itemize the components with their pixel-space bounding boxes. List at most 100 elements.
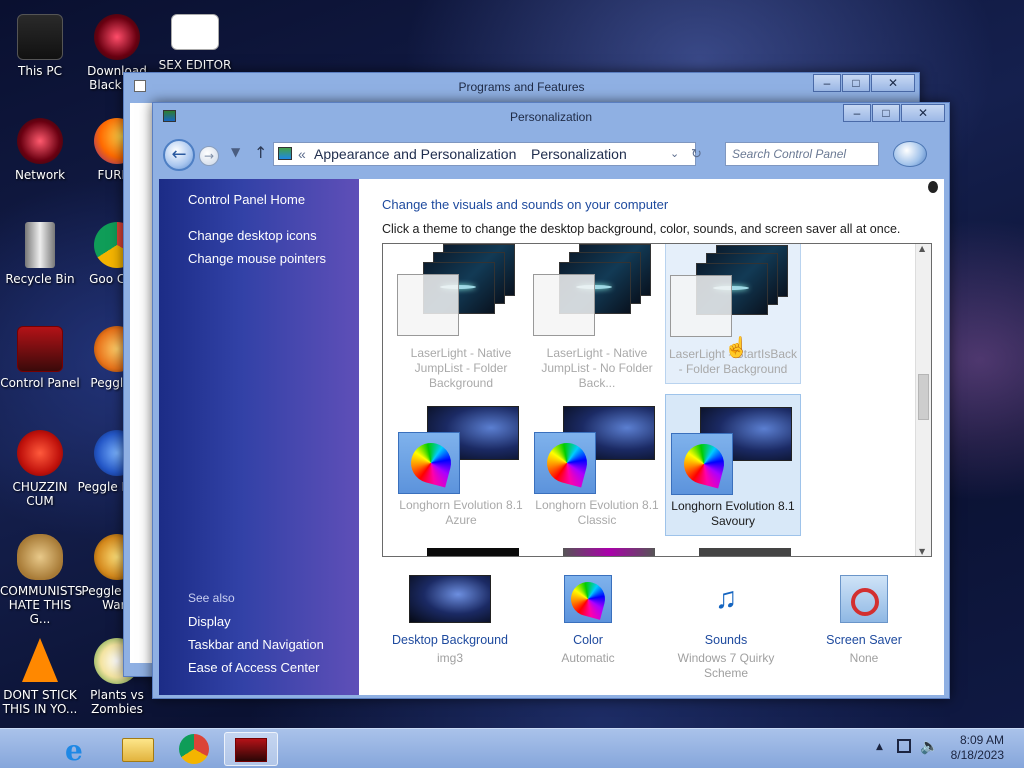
theme-list[interactable]: LaserLight - Native JumpList - Folder Ba… [382, 243, 932, 557]
minimize-button[interactable]: – [843, 104, 871, 122]
theme-item-selected[interactable]: Longhorn Evolution 8.1 Savoury [665, 394, 801, 536]
taskbar-control-panel[interactable] [224, 732, 278, 766]
back-button[interactable]: ← [163, 139, 195, 171]
desktop-icon-label: Plants vs Zombies [90, 688, 144, 716]
theme-item[interactable]: LaserLight - Native JumpList - Folder Ba… [393, 244, 529, 390]
alienware-corner-icon [928, 181, 938, 193]
forward-button[interactable]: → [199, 146, 219, 166]
search-input[interactable]: Search Control Panel [725, 142, 879, 166]
control-panel-icon [278, 147, 292, 160]
sidebar-change-mouse-pointers[interactable]: Change mouse pointers [188, 251, 326, 266]
desktop-icon-label: Recycle Bin [5, 272, 75, 286]
screen-saver-value: None [849, 651, 879, 665]
desktop-icon-communists[interactable]: COMMUNISTS HATE THIS G... [0, 534, 82, 626]
vertical-scrollbar[interactable]: ▲ ▼ [915, 244, 931, 556]
desktop-icon-network[interactable]: Network [0, 118, 80, 182]
sidebar: Control Panel Home Change desktop icons … [159, 179, 359, 695]
sidebar-ease-of-access-center[interactable]: Ease of Access Center [188, 660, 320, 675]
sidebar-taskbar-and-navigation[interactable]: Taskbar and Navigation [188, 637, 324, 652]
window-title: Personalization [509, 110, 593, 124]
sounds-icon: ♫ [714, 582, 738, 615]
chevron-down-icon: ▼ [231, 145, 241, 159]
desktop-background-label: Desktop Background [391, 633, 509, 647]
recycle-bin-icon [25, 222, 55, 268]
theme-name: Longhorn Evolution 8.1 Classic [535, 498, 659, 527]
content-area: Control Panel Home Change desktop icons … [159, 179, 944, 695]
scroll-down-icon[interactable]: ▼ [919, 547, 925, 556]
window-color-preview [534, 432, 596, 494]
back-arrow-icon: ← [171, 144, 187, 165]
sidebar-display[interactable]: Display [188, 614, 231, 629]
desktop-background-link[interactable]: Desktop Background img3 [380, 575, 520, 666]
window-icon [134, 80, 146, 92]
help-icon[interactable] [893, 141, 927, 167]
maximize-button[interactable]: □ [872, 104, 900, 122]
forward-arrow-icon: → [203, 149, 215, 163]
desktop-icon-label: DONT STICK THIS IN YO... [2, 688, 78, 716]
hxd-editor-icon [171, 14, 219, 50]
desktop-icon-sex-editor[interactable]: SEX EDITOR [155, 14, 235, 72]
window-icon [163, 110, 176, 122]
color-fan-icon [567, 578, 609, 620]
control-panel-icon [17, 326, 63, 372]
up-arrow-icon: ↑ [254, 143, 268, 162]
up-button[interactable]: ↑ [254, 143, 267, 162]
programs-titlebar[interactable]: Programs and Features – □ ✕ [124, 73, 919, 101]
theme-name: LaserLight - Native JumpList - No Folder… [541, 346, 653, 390]
minimize-button[interactable]: – [813, 74, 841, 92]
window-color-preview [671, 433, 733, 495]
desktop-icon-this-pc[interactable]: This PC [0, 14, 80, 78]
desktop-icon-vlc[interactable]: DONT STICK THIS IN YO... [0, 638, 80, 716]
taskbar: e ▲ 🔈 8:09 AM 8/18/2023 [0, 728, 1024, 768]
maximize-button[interactable]: □ [842, 74, 870, 92]
taskbar-chrome[interactable] [167, 732, 221, 766]
desktop-icon-label: Control Panel [0, 376, 80, 390]
desktop-icon-control-panel[interactable]: Control Panel [0, 326, 80, 390]
clock[interactable]: 8:09 AM 8/18/2023 [951, 733, 1004, 763]
desktop-icon-recycle-bin[interactable]: Recycle Bin [0, 222, 80, 286]
close-button[interactable]: ✕ [871, 74, 915, 92]
theme-item[interactable]: LaserLight - StartIsBack - Folder Backgr… [665, 244, 801, 384]
clock-date: 8/18/2023 [950, 748, 1004, 762]
theme-item[interactable]: Longhorn Evolution 8.1 Azure [393, 394, 529, 536]
theme-name: Longhorn Evolution 8.1 Savoury [671, 499, 795, 528]
breadcrumb-prefix: « [298, 146, 306, 162]
mouse-cursor-icon: ☝ [724, 337, 749, 359]
theme-name: Longhorn Evolution 8.1 Azure [399, 498, 523, 527]
breadcrumb-appearance[interactable]: Appearance and Personalization [314, 143, 516, 165]
desktop-icon-chuzzin[interactable]: CHUZZIN CUM [0, 430, 80, 508]
page-subtitle: Click a theme to change the desktop back… [382, 222, 901, 236]
address-bar[interactable]: « Appearance and Personalization › Perso… [273, 142, 702, 166]
theme-thumbnail-partial [563, 548, 655, 556]
sidebar-change-desktop-icons[interactable]: Change desktop icons [188, 228, 317, 243]
desktop-background-icon [409, 575, 491, 623]
scroll-up-icon[interactable]: ▲ [919, 244, 925, 253]
sidebar-control-panel-home[interactable]: Control Panel Home [188, 192, 305, 207]
chuzzle-icon [17, 430, 63, 476]
theme-item[interactable]: LaserLight - Native JumpList - No Folder… [529, 244, 665, 390]
refresh-icon[interactable]: ↻ [691, 143, 702, 165]
scrollbar-thumb[interactable] [918, 374, 929, 420]
screen-saver-link[interactable]: Screen Saver None [794, 575, 934, 666]
theme-item[interactable]: Longhorn Evolution 8.1 Classic [529, 394, 665, 536]
recent-pages-dropdown[interactable]: ▼ [231, 145, 240, 159]
color-icon [564, 575, 612, 623]
personalization-window[interactable]: Personalization – □ ✕ ← → ▼ ↑ « Appearan… [152, 102, 950, 699]
theme-thumbnail-partial [427, 548, 519, 556]
taskbar-internet-explorer[interactable]: e [53, 732, 107, 767]
color-link[interactable]: Color Automatic [518, 575, 658, 666]
volume-icon[interactable]: 🔈 [920, 737, 939, 755]
show-hidden-icons-icon[interactable]: ▲ [876, 742, 883, 752]
computer-icon [17, 14, 63, 60]
internet-explorer-icon: e [65, 734, 83, 767]
network-icon [17, 118, 63, 164]
chrome-icon [179, 734, 209, 764]
breadcrumb-personalization[interactable]: Personalization [531, 143, 627, 165]
sounds-link[interactable]: ♫ Sounds Windows 7 Quirky Scheme [656, 575, 796, 681]
network-tray-icon[interactable] [897, 739, 911, 753]
screen-saver-label: Screen Saver [826, 633, 902, 647]
personalization-titlebar[interactable]: Personalization – □ ✕ [153, 103, 949, 131]
address-dropdown-icon[interactable]: ⌄ [670, 143, 679, 165]
close-button[interactable]: ✕ [901, 104, 945, 122]
taskbar-file-explorer[interactable] [110, 732, 164, 766]
